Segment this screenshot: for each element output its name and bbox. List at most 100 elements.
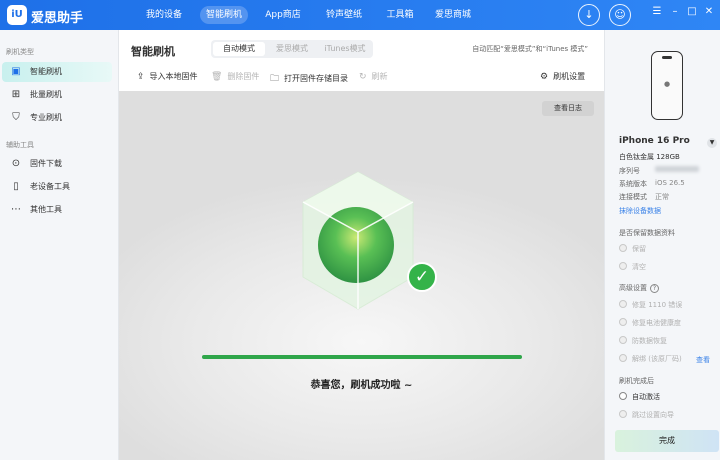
menu-icon[interactable]: ☰ [651,6,663,18]
flash-settings-button[interactable]: ⚙ 刷机设置 [540,71,585,82]
system-value: iOS 26.5 [655,179,685,187]
gear-icon: ⚙ [540,72,549,82]
advanced-title-text: 高级设置 [619,284,647,292]
done-button[interactable]: 完成 [615,430,719,452]
nav-my-device[interactable]: 我的设备 [138,0,190,30]
tab-auto-mode[interactable]: 自动模式 [213,42,265,56]
nav-toolbox[interactable]: 工具箱 [380,0,420,30]
flash-settings-label: 刷机设置 [553,72,586,81]
chevron-down-icon[interactable]: ▼ [707,138,717,148]
device-color-storage: 白色钛金属 128GB [619,153,680,161]
flash-stage: 查看日志 ✓ 恭喜您，刷机成功啦 ~ [119,91,604,460]
refresh-icon: ↻ [359,72,367,82]
system-row: 系统版本 iOS 26.5 [619,179,685,189]
apple-logo-icon: ● [663,80,671,88]
section-aux-tools: 辅助工具 [6,141,34,149]
smart-flash-icon: ▣ [11,66,21,77]
advanced-settings-title: 高级设置? [619,283,659,293]
adv-option-battery[interactable]: 修复电池健康度 [619,318,681,328]
after-option-label: 跳过设置向导 [632,411,674,419]
connection-row: 连接模式 正常 [619,192,669,202]
sidebar-item-label: 批量刷机 [30,90,62,99]
keep-option-clear[interactable]: 清空 [619,262,646,272]
view-link[interactable]: 查看 [696,355,710,365]
sidebar-item-label: 固件下载 [30,159,62,168]
adv-option-1110[interactable]: 修复 1110 错误 [619,300,682,310]
sidebar-item-firmware-download[interactable]: ⊙ 固件下载 [2,154,112,174]
keep-option-keep[interactable]: 保留 [619,244,646,254]
grid-icon: ⊞ [11,89,21,100]
sidebar-item-pro-flash[interactable]: ⛉ 专业刷机 [2,108,112,128]
phone-icon: ▯ [13,181,19,192]
sidebar-item-label: 其他工具 [30,205,62,214]
serial-label: 序列号 [619,167,640,175]
success-message: 恭喜您，刷机成功啦 ~ [310,380,413,391]
maximize-icon[interactable]: □ [686,6,698,18]
adv-option-label: 防数据恢复 [632,337,667,345]
adv-option-anti-recovery[interactable]: 防数据恢复 [619,336,667,346]
nav-app-store[interactable]: App商店 [259,0,307,30]
sidebar-item-smart-flash[interactable]: ▣ 智能刷机 [2,62,112,82]
open-firmware-dir-label: 打开固件存储目录 [284,74,349,83]
adv-option-unbind[interactable]: 解绑 (该原厂码) [619,354,682,364]
keep-option-label: 清空 [632,263,646,271]
after-option-skip-setup[interactable]: 跳过设置向导 [619,410,674,420]
phone-image: ● [651,51,683,120]
nav-ringtones[interactable]: 铃声壁纸 [318,0,370,30]
dynamic-island [662,56,672,59]
sidebar-item-other-tools[interactable]: ⋯ 其他工具 [2,200,112,220]
serial-value-blurred [655,166,699,174]
import-icon: ⇪ [137,72,145,82]
import-firmware-button[interactable]: ⇪ 导入本地固件 [137,71,198,82]
section-flash-type: 刷机类型 [6,48,34,56]
sidebar-item-label: 智能刷机 [30,67,62,76]
user-icon[interactable]: ☺ [609,4,631,26]
tab-itunes-mode[interactable]: iTunes模式 [319,42,371,56]
delete-firmware-button[interactable]: 🗑 删除固件 [211,71,259,82]
adv-option-label: 修复 1110 错误 [632,301,683,309]
cube-icon [302,171,414,310]
adv-option-label: 解绑 (该原厂码) [632,355,682,363]
sidebar-item-old-device-tools[interactable]: ▯ 老设备工具 [2,177,112,197]
refresh-label: 刷新 [371,72,388,81]
import-firmware-label: 导入本地固件 [149,72,198,81]
after-flash-title: 刷机完成后 [619,377,654,385]
main-panel: 智能刷机 自动模式 爱思模式 iTunes模式 自动匹配“爱思模式”和“iTun… [119,30,604,460]
tab-i4-mode[interactable]: 爱思模式 [267,42,317,56]
auto-match-text: 自动匹配“爱思模式”和“iTunes 模式” [472,45,588,53]
check-icon: ✓ [407,262,437,292]
sidebar-item-label: 专业刷机 [30,113,62,122]
download-icon[interactable]: ↓ [578,4,600,26]
keep-option-label: 保留 [632,245,646,253]
folder-icon: 🗀 [270,74,280,84]
app-name: 爱思助手 [31,11,84,26]
after-option-auto-activate[interactable]: 自动激活 [619,392,660,402]
nav-store[interactable]: 爱思商城 [427,0,479,30]
minimize-icon[interactable]: – [669,6,681,18]
sidebar-item-batch-flash[interactable]: ⊞ 批量刷机 [2,85,112,105]
view-log-button[interactable]: 查看日志 [542,101,594,116]
app-logo: iU [7,5,27,25]
trash-icon: 🗑 [211,72,223,82]
open-firmware-dir-button[interactable]: 🗀 打开固件存储目录 [270,71,348,87]
connection-label: 连接模式 [619,193,647,201]
refresh-button[interactable]: ↻ 刷新 [359,71,388,82]
device-panel: ● iPhone 16 Pro ▼ 白色钛金属 128GB 序列号 系统版本 i… [604,30,720,460]
sidebar-item-label: 老设备工具 [30,182,70,191]
shield-icon: ⛉ [12,112,20,123]
erase-data-link[interactable]: 抹除设备数据 [619,206,661,216]
adv-option-label: 修复电池健康度 [632,319,681,327]
system-label: 系统版本 [619,180,647,188]
nav-smart-flash[interactable]: 智能刷机 [200,6,248,24]
page-title: 智能刷机 [131,45,175,58]
after-option-label: 自动激活 [632,393,660,401]
help-icon[interactable]: ? [650,284,659,293]
keep-data-title: 是否保留数据资料 [619,229,675,237]
progress-bar [202,355,522,359]
sidebar: 刷机类型 ▣ 智能刷机 ⊞ 批量刷机 ⛉ 专业刷机 辅助工具 ⊙ 固件下载 ▯ … [0,30,119,460]
more-icon: ⋯ [11,204,21,215]
top-bar: iU 爱思助手 我的设备 智能刷机 App商店 铃声壁纸 工具箱 爱思商城 ↓ … [0,0,720,30]
close-icon[interactable]: ✕ [703,6,715,18]
progress-fill [202,355,522,359]
device-name: iPhone 16 Pro [619,136,690,146]
